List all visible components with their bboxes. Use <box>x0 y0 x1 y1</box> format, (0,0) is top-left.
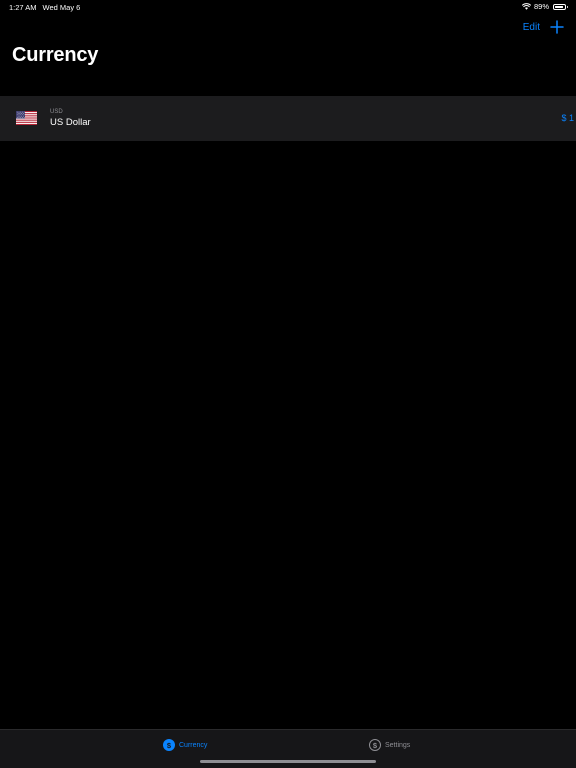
currency-code: USD <box>50 109 63 115</box>
plus-icon[interactable] <box>548 18 566 36</box>
wifi-icon <box>521 3 531 10</box>
dollar-circle-filled-icon: $ <box>163 739 175 751</box>
status-time: 1:27 AM <box>9 3 37 12</box>
status-date: Wed May 6 <box>42 3 81 12</box>
status-left: 1:27 AM Wed May 6 <box>9 3 80 12</box>
battery-percent: 89% <box>533 2 549 11</box>
tab-settings-label: Settings <box>385 741 411 749</box>
navigation-bar: Edit <box>0 14 576 44</box>
tab-settings[interactable]: $ Settings <box>369 739 410 751</box>
battery-fill <box>555 5 563 8</box>
dollar-circle-outline-icon: $ <box>369 739 381 751</box>
us-flag-icon <box>16 111 37 125</box>
home-indicator <box>200 760 376 763</box>
page-title: Currency <box>12 44 99 66</box>
list-item[interactable]: USD US Dollar $ 1 <box>0 96 576 141</box>
tab-bar: $ Currency $ Settings <box>0 729 576 768</box>
battery-icon <box>553 3 568 10</box>
edit-button[interactable]: Edit <box>523 22 540 33</box>
tab-currency[interactable]: $ Currency <box>163 739 207 751</box>
tab-currency-label: Currency <box>179 741 208 749</box>
currency-name: US Dollar <box>50 117 91 128</box>
status-right: 89% <box>521 2 568 11</box>
status-bar: 1:27 AM Wed May 6 89% <box>0 0 576 14</box>
currency-value[interactable]: $ 1 <box>561 113 574 123</box>
currency-list: USD US Dollar $ 1 <box>0 96 576 141</box>
